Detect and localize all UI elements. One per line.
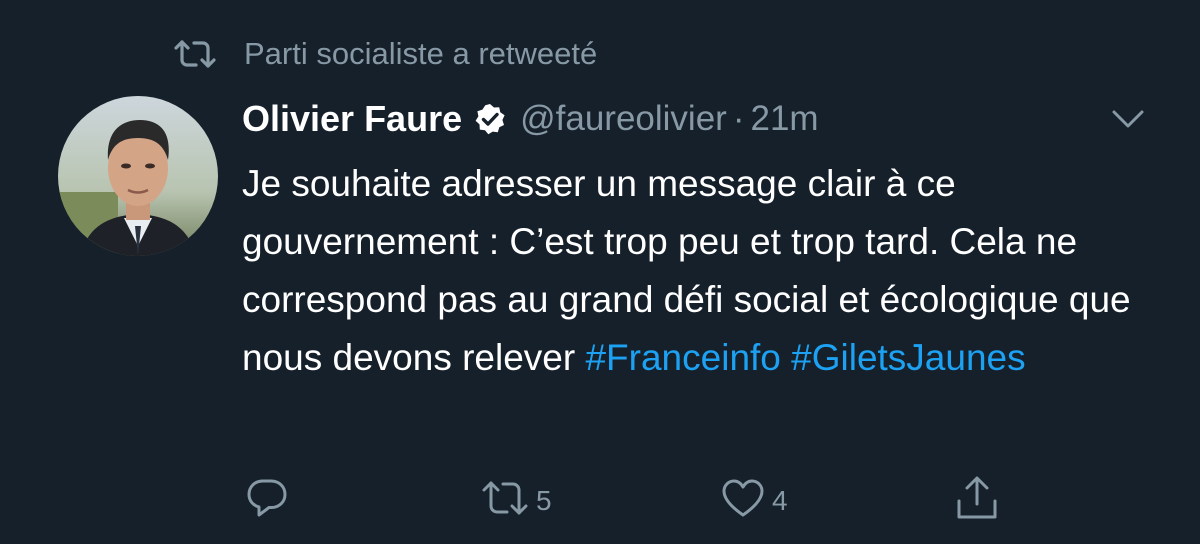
share-button[interactable]: [954, 476, 1000, 526]
like-count: 4: [772, 485, 788, 516]
retweet-count: 5: [536, 485, 552, 516]
like-button[interactable]: 4: [720, 476, 788, 526]
reply-icon: [244, 475, 290, 528]
avatar[interactable]: [58, 96, 218, 256]
hashtag-link[interactable]: #GiletsJaunes: [791, 337, 1025, 378]
separator-dot: ·: [732, 99, 745, 138]
tweet-text: Je souhaite adresser un message clair à …: [242, 155, 1162, 387]
hashtag-link[interactable]: #Franceinfo: [585, 337, 780, 378]
retweet-icon: [172, 38, 218, 70]
author-handle[interactable]: @faureolivier: [520, 99, 727, 139]
retweet-button[interactable]: 5: [480, 476, 552, 526]
tweet-header: Olivier Faure @faureolivier · 21m: [242, 92, 819, 146]
verified-badge-icon: [474, 103, 506, 135]
heart-icon: [720, 477, 766, 526]
tweet-actions: 5 4: [0, 476, 1200, 526]
retweet-icon: [480, 478, 530, 525]
reply-button[interactable]: [244, 476, 290, 526]
retweet-context-label[interactable]: Parti socialiste a retweeté: [244, 36, 597, 72]
tweet-timestamp[interactable]: 21m: [750, 99, 818, 139]
retweet-context: Parti socialiste a retweeté: [172, 30, 597, 78]
share-icon: [954, 474, 1000, 529]
display-name[interactable]: Olivier Faure: [242, 98, 462, 140]
chevron-down-icon[interactable]: [1110, 104, 1146, 134]
tweet-card[interactable]: Parti socialiste a retweeté Olivier Faur…: [0, 0, 1200, 544]
